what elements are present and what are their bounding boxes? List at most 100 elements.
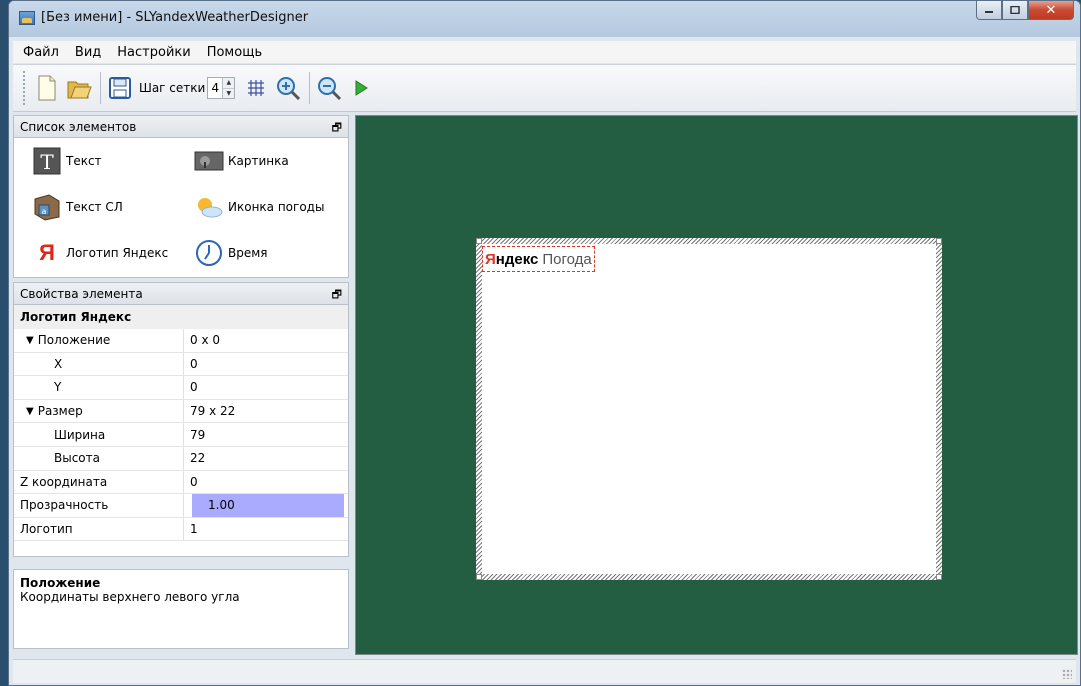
grid-toggle-button[interactable] [241, 73, 271, 103]
property-key: Ширина [14, 423, 184, 446]
resize-handle-bottom-right[interactable] [936, 574, 942, 580]
property-key-text: Высота [54, 451, 100, 466]
property-key-text: Z координата [20, 474, 108, 489]
property-key: Логотип [14, 517, 184, 541]
element-time-label: Время [228, 246, 268, 260]
play-icon [355, 80, 369, 96]
clock-icon [194, 238, 224, 268]
resize-handle-top-left[interactable] [476, 238, 482, 244]
toolbar-grip[interactable] [23, 71, 26, 105]
elements-panel-title[interactable]: Список элементов 🗗 [13, 115, 349, 138]
property-value[interactable]: 0 x 0 [184, 333, 220, 347]
element-time[interactable]: Время [194, 238, 268, 268]
design-canvas[interactable]: Яндекс Погода [355, 115, 1078, 655]
title-bar[interactable]: [Без имени] - SLYandexWeatherDesigner ✕ [9, 1, 1080, 37]
new-file-button[interactable] [32, 73, 62, 103]
grid-icon [248, 80, 265, 96]
expand-triangle-icon[interactable]: ▼ [26, 335, 34, 346]
menu-help[interactable]: Помощь [207, 45, 262, 60]
text-icon: T [32, 146, 62, 176]
property-key: Высота [14, 446, 184, 470]
canvas-yandex-logo[interactable]: Яндекс Погода [482, 246, 595, 272]
logo-letter-ya: Я [485, 250, 496, 268]
float-panel-icon[interactable]: 🗗 [332, 119, 342, 138]
spin-up-icon[interactable]: ▲ [223, 78, 235, 88]
element-picture[interactable]: Картинка [194, 146, 289, 176]
text-sl-icon: a [32, 192, 62, 222]
grid-step-spinbox[interactable]: 4 ▲ ▼ [207, 77, 236, 99]
zoom-in-icon [277, 77, 301, 101]
properties-panel-title-text: Свойства элемента [20, 286, 143, 301]
property-key-text: Прозрачность [20, 498, 109, 513]
property-value[interactable]: 0 [184, 475, 198, 489]
property-rows: ▼ Положение 0 x 0 X 0 Y 0 ▼ Размер 79 x 22 Ширина 7… [14, 329, 348, 542]
close-icon: ✕ [1045, 2, 1057, 18]
resize-handle-bottom-left[interactable] [476, 574, 482, 580]
close-button[interactable]: ✕ [1028, 1, 1074, 20]
run-button[interactable] [346, 73, 376, 103]
property-description: Положение Координаты верхнего левого угл… [13, 569, 349, 649]
minimize-button[interactable] [976, 1, 1002, 20]
app-window: [Без имени] - SLYandexWeatherDesigner ✕ … [8, 0, 1081, 686]
property-row[interactable]: Y0 [14, 376, 348, 400]
property-row[interactable]: Высота 22 [14, 446, 348, 471]
element-text[interactable]: T Текст [32, 146, 102, 176]
window-controls: ✕ [976, 1, 1074, 21]
window-resize-grip[interactable] [1062, 669, 1072, 679]
open-file-button[interactable] [64, 73, 94, 103]
widget-board[interactable] [482, 244, 936, 574]
property-row[interactable]: Z координата 0 [14, 470, 348, 495]
property-value[interactable]: 79 x 22 [184, 404, 235, 418]
element-yandex-logo-label: Логотип Яндекс [66, 246, 169, 260]
property-value[interactable]: 22 [184, 451, 205, 465]
expand-triangle-icon[interactable]: ▼ [26, 406, 34, 417]
property-key-text: Y [54, 380, 62, 395]
picture-icon [194, 146, 224, 176]
property-value[interactable]: 0 [184, 357, 198, 371]
property-value[interactable]: 0 [184, 380, 198, 394]
save-button[interactable] [105, 73, 135, 103]
save-icon [109, 77, 131, 99]
minimize-icon [985, 11, 993, 13]
menu-bar: Файл Вид Настройки Помощь [13, 41, 1076, 63]
element-text-sl[interactable]: a Текст СЛ [32, 192, 123, 222]
element-yandex-logo[interactable]: Я Логотип Яндекс [32, 238, 168, 268]
property-key-text: Ширина [54, 427, 106, 442]
property-key-text: Логотип [20, 522, 73, 537]
menu-view[interactable]: Вид [75, 45, 101, 60]
menu-settings[interactable]: Настройки [117, 45, 190, 60]
element-weather-icon[interactable]: Иконка погоды [194, 192, 324, 222]
spin-arrows[interactable]: ▲ ▼ [222, 78, 235, 98]
maximize-icon [1010, 6, 1020, 14]
property-value[interactable]: 1.00 [192, 494, 344, 517]
zoom-out-button[interactable] [314, 73, 344, 103]
properties-panel-title[interactable]: Свойства элемента 🗗 [13, 282, 349, 305]
float-panel-icon[interactable]: 🗗 [332, 286, 342, 305]
property-value[interactable]: 1 [184, 522, 198, 536]
property-key: ▼ Положение [14, 329, 184, 352]
toolbar-separator [309, 72, 311, 104]
element-weather-icon-label: Иконка погоды [228, 200, 325, 214]
resize-handle-top-right[interactable] [936, 238, 942, 244]
svg-text:T: T [40, 150, 54, 174]
property-row[interactable]: Прозрачность 1.00 [14, 494, 348, 518]
property-key: Y [14, 376, 184, 399]
svg-text:a: a [42, 207, 47, 216]
spin-down-icon[interactable]: ▼ [223, 87, 235, 98]
grid-step-label: Шаг сетки [139, 81, 206, 95]
property-row[interactable]: ▼ Размер 79 x 22 [14, 399, 348, 424]
property-value[interactable]: 79 [184, 428, 205, 442]
app-icon [19, 11, 35, 25]
property-row[interactable]: ▼ Положение 0 x 0 [14, 329, 348, 353]
properties-element-name: Логотип Яндекс [14, 305, 348, 329]
property-row[interactable]: X0 [14, 352, 348, 377]
weather-icon [194, 192, 224, 222]
menu-file[interactable]: Файл [23, 45, 59, 60]
property-row[interactable]: Ширина 79 [14, 423, 348, 447]
property-row[interactable]: Логотип 1 [14, 517, 348, 542]
grid-step-value[interactable]: 4 [208, 81, 222, 95]
maximize-button[interactable] [1002, 1, 1028, 20]
elements-panel-title-text: Список элементов [20, 119, 137, 134]
zoom-in-button[interactable] [273, 73, 303, 103]
window-title: [Без имени] - SLYandexWeatherDesigner [41, 10, 309, 25]
